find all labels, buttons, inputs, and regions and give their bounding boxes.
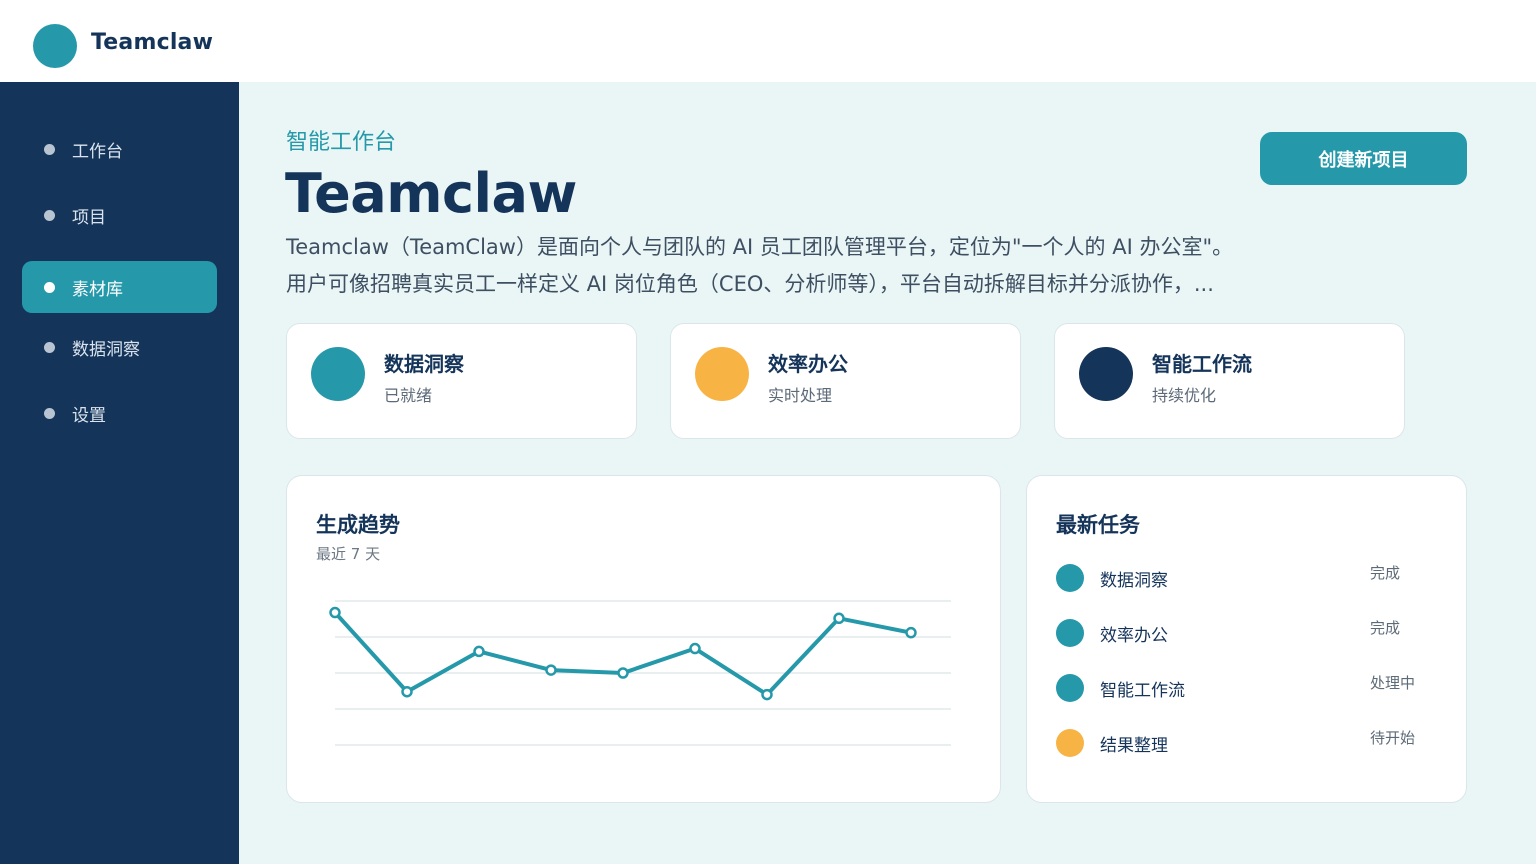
sidebar-item-insights[interactable]: 数据洞察	[22, 321, 217, 373]
stat-card-insights[interactable]: 数据洞察 已就绪	[286, 323, 637, 439]
bullet-icon	[44, 408, 55, 419]
stat-card-workflow[interactable]: 智能工作流 持续优化	[1054, 323, 1405, 439]
sidebar-item-label: 素材库	[72, 280, 123, 300]
task-status: 待开始	[1370, 729, 1416, 747]
task-name: 效率办公	[1100, 626, 1168, 646]
task-status: 完成	[1370, 619, 1401, 637]
trend-line-chart	[329, 600, 951, 746]
tasks-title: 最新任务	[1056, 513, 1140, 537]
bullet-icon	[44, 282, 55, 293]
status-dot-icon	[1056, 564, 1084, 592]
stat-card-efficiency[interactable]: 效率办公 实时处理	[670, 323, 1021, 439]
data-point[interactable]	[761, 688, 773, 701]
create-project-button[interactable]: 创建新项目	[1260, 132, 1467, 185]
task-name: 智能工作流	[1100, 681, 1185, 701]
description-line: 用户可像招聘真实员工一样定义 AI 岗位角色（CEO、分析师等），平台自动拆解目…	[286, 272, 1214, 296]
logo-icon	[33, 24, 77, 68]
task-item[interactable]: 结果整理 待开始	[1056, 727, 1436, 757]
data-point[interactable]	[473, 645, 485, 658]
stat-title: 数据洞察	[384, 352, 464, 376]
task-item[interactable]: 效率办公 完成	[1056, 617, 1436, 647]
stat-title: 智能工作流	[1152, 352, 1252, 376]
main-content: 智能工作台 Teamclaw Teamclaw（TeamClaw）是面向个人与团…	[239, 82, 1536, 864]
stat-subtitle: 持续优化	[1152, 386, 1217, 405]
tasks-panel: 最新任务 数据洞察 完成 效率办公 完成 智能工作流 处理中 结果整理 待开始	[1026, 475, 1467, 803]
bullet-icon	[44, 144, 55, 155]
task-status: 处理中	[1370, 674, 1416, 692]
stat-subtitle: 已就绪	[384, 386, 433, 405]
status-dot-icon	[1056, 729, 1084, 757]
series-line	[333, 611, 912, 697]
sidebar-item-workbench[interactable]: 工作台	[22, 123, 217, 175]
task-status: 完成	[1370, 564, 1401, 582]
sidebar-item-projects[interactable]: 项目	[22, 189, 217, 241]
status-dot-icon	[1056, 619, 1084, 647]
page-subtitle: 智能工作台	[286, 130, 397, 155]
bullet-icon	[44, 342, 55, 353]
sidebar-item-label: 工作台	[72, 142, 123, 162]
top-bar: Teamclaw	[0, 0, 1536, 82]
status-dot-icon	[1056, 674, 1084, 702]
page-title: Teamclaw	[285, 162, 577, 225]
data-point[interactable]	[833, 612, 845, 625]
sidebar-item-label: 数据洞察	[72, 340, 140, 360]
status-dot-icon	[1079, 347, 1133, 401]
data-point[interactable]	[401, 685, 413, 698]
sidebar-item-settings[interactable]: 设置	[22, 387, 217, 439]
sidebar-item-assets[interactable]: 素材库	[22, 261, 217, 313]
data-point[interactable]	[329, 606, 341, 619]
task-item[interactable]: 智能工作流 处理中	[1056, 672, 1436, 702]
status-dot-icon	[311, 347, 365, 401]
status-dot-icon	[695, 347, 749, 401]
stat-title: 效率办公	[768, 352, 848, 376]
data-point[interactable]	[905, 626, 917, 639]
task-name: 结果整理	[1100, 736, 1168, 756]
sidebar: 工作台 项目 素材库 数据洞察 设置	[0, 82, 239, 864]
data-point[interactable]	[689, 642, 701, 655]
description-line: Teamclaw（TeamClaw）是面向个人与团队的 AI 员工团队管理平台，…	[286, 235, 1234, 259]
bullet-icon	[44, 210, 55, 221]
trend-panel: 生成趋势 最近 7 天	[286, 475, 1001, 803]
sidebar-item-label: 项目	[72, 208, 106, 228]
app-name: Teamclaw	[91, 30, 214, 55]
data-point[interactable]	[545, 664, 557, 676]
task-name: 数据洞察	[1100, 571, 1168, 591]
task-item[interactable]: 数据洞察 完成	[1056, 562, 1436, 592]
sidebar-item-label: 设置	[72, 406, 106, 426]
data-point[interactable]	[617, 667, 629, 679]
stat-subtitle: 实时处理	[768, 386, 833, 405]
